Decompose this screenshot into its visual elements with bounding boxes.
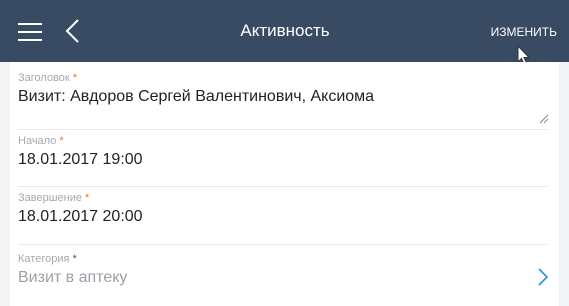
category-field-value[interactable]: Визит в аптеку bbox=[18, 268, 549, 288]
end-field-label: Завершение bbox=[18, 192, 82, 204]
title-field-value[interactable]: Визит: Авдоров Сергей Валентинович, Акси… bbox=[18, 87, 549, 107]
chevron-right-icon[interactable] bbox=[537, 267, 549, 287]
start-field-value[interactable]: 18.01.2017 19:00 bbox=[18, 150, 549, 170]
category-field-label: Категория bbox=[18, 253, 70, 265]
edit-button[interactable]: ИЗМЕНИТЬ bbox=[491, 24, 557, 40]
category-field[interactable]: Категория * Визит в аптеку bbox=[18, 253, 549, 288]
divider bbox=[18, 244, 547, 245]
divider bbox=[18, 186, 547, 187]
back-arrow-icon[interactable] bbox=[64, 18, 82, 44]
required-asterisk: * bbox=[85, 192, 90, 204]
resize-handle-icon[interactable] bbox=[539, 114, 549, 124]
hamburger-menu-icon[interactable] bbox=[18, 23, 42, 41]
title-field-label: Заголовок bbox=[18, 72, 70, 84]
end-field-value[interactable]: 18.01.2017 20:00 bbox=[18, 207, 549, 227]
title-field[interactable]: Заголовок * Визит: Авдоров Сергей Валенти… bbox=[18, 72, 549, 107]
start-field-label: Начало bbox=[18, 135, 57, 147]
top-bar: Активность ИЗМЕНИТЬ bbox=[0, 0, 569, 62]
end-field[interactable]: Завершение * 18.01.2017 20:00 bbox=[18, 192, 549, 227]
start-field[interactable]: Начало * 18.01.2017 19:00 bbox=[18, 135, 549, 170]
required-asterisk: * bbox=[72, 72, 77, 84]
page-title: Активность bbox=[240, 21, 330, 40]
required-asterisk: * bbox=[59, 135, 64, 147]
required-asterisk: * bbox=[72, 253, 77, 265]
form-card: Заголовок * Визит: Авдоров Сергей Валенти… bbox=[10, 62, 559, 306]
divider bbox=[18, 129, 547, 130]
activity-form: Заголовок * Визит: Авдоров Сергей Валенти… bbox=[0, 62, 569, 306]
